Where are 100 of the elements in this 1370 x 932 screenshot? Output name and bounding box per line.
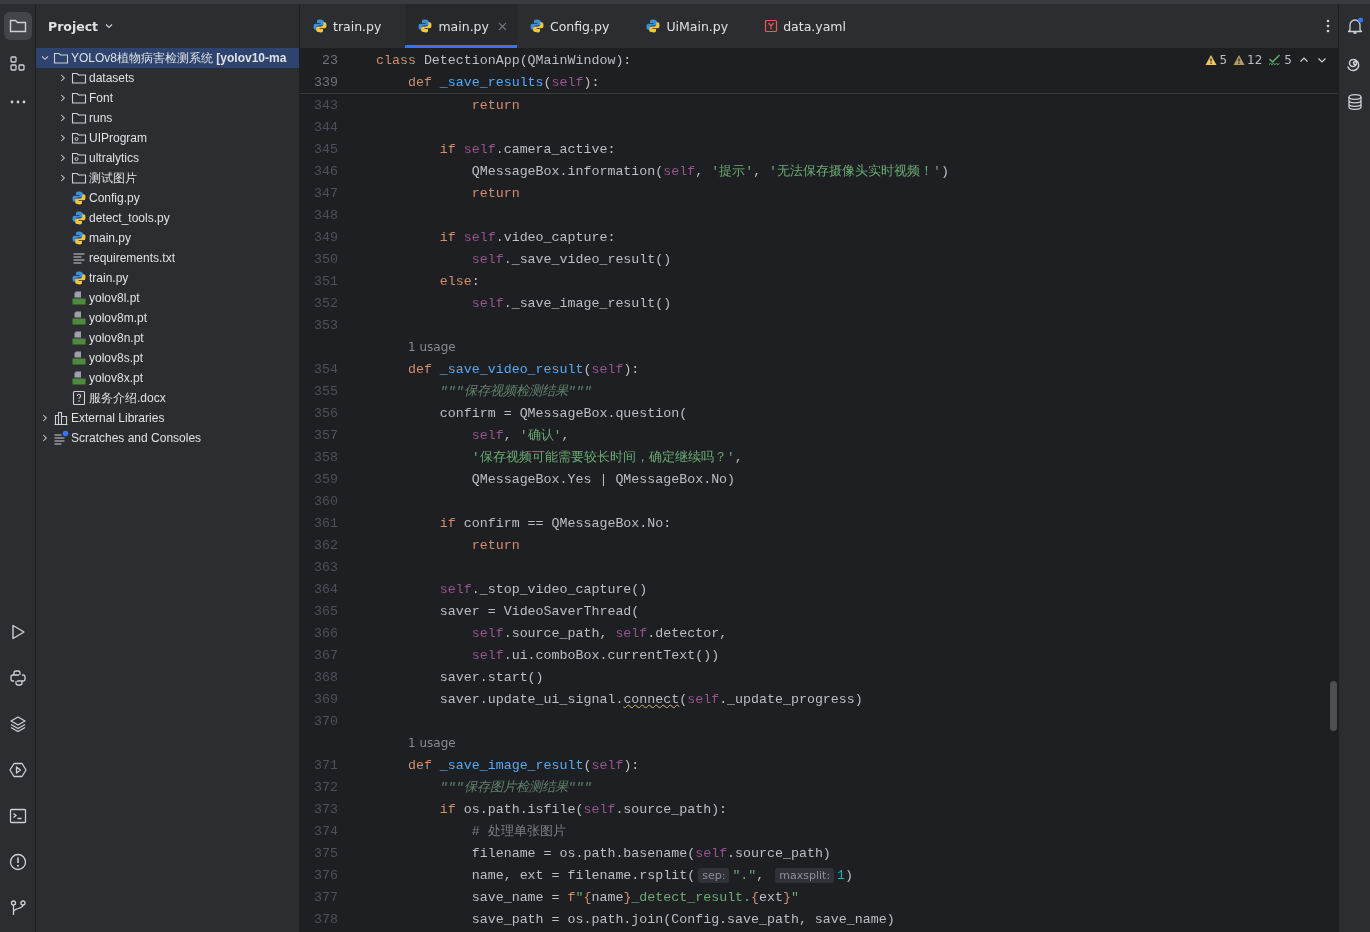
code-line: self, '确认', [470, 427, 570, 444]
usage-hint[interactable]: 1 usage [408, 340, 456, 354]
code-line: QMessageBox.information(self, '提示', '无法保存摄像头实时视频！') [470, 163, 950, 180]
tree-item[interactable]: ultralytics [36, 148, 299, 168]
code-line: name, ext = filename.rsplit( sep: ".", maxsplit: 1) [470, 867, 854, 883]
folder-icon [53, 50, 69, 66]
code-line: QMessageBox.Yes | QMessageBox.No) [470, 471, 736, 487]
tree-item-label: YOLOv8植物病害检测系统 [yolov10-ma [71, 49, 287, 67]
tree-item[interactable]: yolov8l.pt [36, 288, 299, 308]
model-file-icon [71, 370, 87, 386]
unknown-file-icon [71, 390, 87, 406]
model-file-icon [71, 350, 87, 366]
tree-item[interactable]: yolov8s.pt [36, 348, 299, 368]
code-line: def _save_video_result(self): [406, 361, 640, 377]
tree-item-label: yolov8s.pt [89, 351, 144, 365]
code-line: if self.camera_active: [438, 141, 616, 157]
tree-item[interactable]: main.py [36, 228, 299, 248]
tree-item[interactable]: train.py [36, 268, 299, 288]
code-line: self.ui.comboBox.currentText()) [470, 647, 720, 663]
tree-item[interactable]: yolov8n.pt [36, 328, 299, 348]
code-line: save_path = os.path.join(Config.save_path, save_name) [470, 911, 895, 927]
python-file-icon [71, 230, 87, 246]
editor-tab[interactable]: main.py [405, 4, 517, 48]
tree-item-label: main.py [89, 231, 132, 245]
tree-item-label: ultralytics [89, 151, 139, 165]
code-line: return [470, 185, 520, 201]
folder-icon [71, 70, 87, 86]
folder-icon [71, 90, 87, 106]
tree-item[interactable]: UIProgram [36, 128, 299, 148]
tree-item[interactable]: requirements.txt [36, 248, 299, 268]
code-line: self.source_path, self.detector, [470, 625, 728, 641]
tree-item-label: detect_tools.py [89, 211, 170, 225]
code-line: confirm = QMessageBox.question( [438, 405, 688, 421]
tree-item-label: requirements.txt [89, 251, 176, 265]
chevron-down-icon[interactable] [104, 21, 115, 31]
tree-item[interactable]: detect_tools.py [36, 208, 299, 228]
typo-check-icon [1268, 54, 1283, 66]
code-line: saver = VideoSaverThread( [438, 603, 640, 619]
code-line: def _save_image_result(self): [406, 757, 640, 773]
code-line: # 处理单张图片 [470, 823, 566, 840]
python-file-icon [417, 18, 434, 34]
code-line: saver.start() [438, 669, 544, 685]
more-icon[interactable] [1326, 19, 1330, 33]
scratches-icon [53, 430, 69, 446]
tree-item[interactable]: 服务介绍.docx [36, 388, 299, 408]
python-file-icon [71, 190, 87, 206]
code-line: self._stop_video_capture() [438, 581, 648, 597]
code-line: """保存视频检测结果""" [438, 383, 592, 400]
tree-item-label: yolov8n.pt [89, 331, 144, 345]
code-line: class DetectionApp(QMainWindow): [376, 52, 632, 68]
python-file-icon [312, 18, 328, 34]
tree-item[interactable]: yolov8x.pt [36, 368, 299, 388]
tree-item[interactable]: yolov8m.pt [36, 308, 299, 328]
code-line: save_name = f"{name}_detect_result.{ext}" [470, 889, 799, 905]
code-line: filename = os.path.basename(self.source_path) [470, 845, 831, 861]
inspection-count[interactable]: 5 [1219, 53, 1228, 67]
model-file-icon [71, 290, 87, 306]
python-file-icon [645, 18, 662, 34]
model-file-icon [71, 310, 87, 326]
tree-item-label: 服务介绍.docx [89, 389, 166, 407]
scrollbar-thumb[interactable] [1330, 681, 1337, 731]
tree-item-label: yolov8l.pt [89, 291, 140, 305]
module-folder-icon [71, 150, 87, 166]
inspection-count[interactable]: 5 [1284, 53, 1292, 67]
tree-item[interactable]: YOLOv8植物病害检测系统 [yolov10-ma [36, 48, 299, 68]
tree-item[interactable]: 测试图片 [36, 168, 299, 188]
text-file-icon [71, 250, 87, 266]
python-file-icon [71, 270, 87, 286]
tree-item[interactable]: Config.py [36, 188, 299, 208]
tree-item[interactable]: External Libraries [36, 408, 299, 428]
line-number: 339 [313, 74, 339, 90]
code-line: self._save_video_result() [470, 251, 672, 267]
code-line: if os.path.isfile(self.source_path): [438, 801, 728, 817]
code-line: if confirm == QMessageBox.No: [438, 515, 672, 531]
python-file-icon [71, 210, 87, 226]
tree-item-label: Scratches and Consoles [71, 431, 202, 445]
yaml-file-icon [764, 19, 779, 33]
tree-item-label: UIProgram [89, 131, 147, 145]
close-icon[interactable] [497, 21, 507, 31]
tree-item-label: Config.py [89, 191, 140, 205]
code-line: saver.update_ui_signal.connect(self._update_progress) [438, 691, 863, 707]
tree-item-label: runs [89, 111, 113, 125]
code-line: self._save_image_result() [470, 295, 672, 311]
editor-tab[interactable]: Config.py [516, 4, 634, 48]
code-line: if self.video_capture: [438, 229, 616, 245]
editor-tab[interactable]: data.yaml [752, 4, 870, 48]
module-folder-icon [71, 130, 87, 146]
inspection-count[interactable]: 12 [1247, 53, 1263, 67]
tree-item[interactable]: Font [36, 88, 299, 108]
panel-title[interactable]: Project [48, 18, 99, 34]
tree-item[interactable]: datasets [36, 68, 299, 88]
tree-item[interactable]: Scratches and Consoles [36, 428, 299, 448]
usage-hint[interactable]: 1 usage [408, 736, 456, 750]
editor-tab[interactable]: train.py [300, 4, 406, 48]
code-line: """保存图片检测结果""" [438, 779, 592, 796]
tree-item[interactable]: runs [36, 108, 299, 128]
tree-item-label: datasets [89, 71, 135, 85]
tree-item-label: 测试图片 [89, 169, 137, 187]
tree-item-label: yolov8x.pt [89, 371, 144, 385]
editor-tab[interactable]: UiMain.py [633, 4, 753, 48]
